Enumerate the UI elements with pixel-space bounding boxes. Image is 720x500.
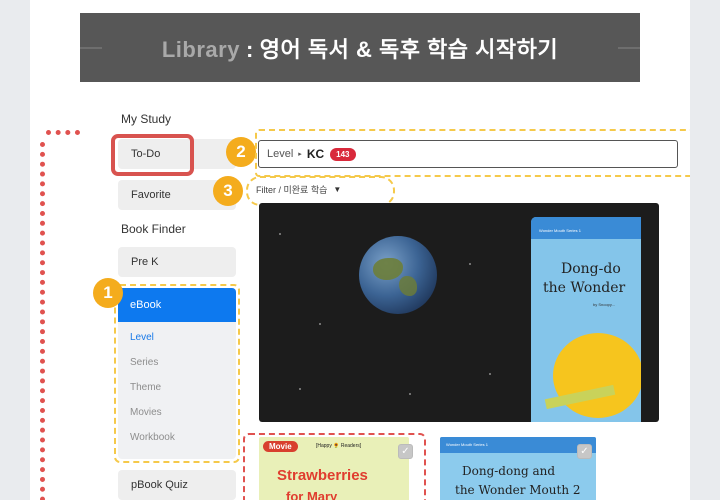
featured-book-title-line2: the Wonder xyxy=(543,280,626,296)
banner-colon: : xyxy=(245,36,254,62)
featured-book-series: Wonder Mouth Series 1 xyxy=(539,228,581,233)
star-dot xyxy=(279,233,281,235)
red-dotted-guide-left xyxy=(40,142,45,500)
earth-planet-image xyxy=(359,236,437,314)
page: Library: 영어 독서 & 독후 학습 시작하기 My Study To-D… xyxy=(30,0,690,500)
star-dot xyxy=(319,323,321,325)
breadcrumb-level[interactable]: Level xyxy=(267,148,293,160)
ebook-menu-workbook[interactable]: Workbook xyxy=(130,432,175,443)
sidebar-item-prek[interactable]: Pre K xyxy=(118,247,236,277)
red-dotted-guide-top xyxy=(46,130,80,135)
sidebar-item-pbook-quiz-label: pBook Quiz xyxy=(131,479,188,491)
card-select-checkbox[interactable]: ✓ xyxy=(577,444,592,459)
ebook-menu-level[interactable]: Level xyxy=(130,332,154,343)
banner-library-word: Library xyxy=(161,36,240,62)
featured-book-title-line1: Dong-do xyxy=(561,261,621,277)
callout-badge-1: 1 xyxy=(93,278,123,308)
cover-illustration xyxy=(553,333,641,418)
sidebar-item-ebook[interactable]: eBook xyxy=(118,288,236,322)
sidebar-item-pbook-quiz[interactable]: pBook Quiz xyxy=(118,470,236,500)
book-card-strawberries[interactable]: Movie [Happy 🌻 Readers] Strawberries for… xyxy=(259,437,409,500)
ebook-menu-series[interactable]: Series xyxy=(130,357,158,368)
card-title-line1: Dong-dong and xyxy=(462,464,556,478)
banner-title: Library: 영어 독서 & 독후 학습 시작하기 xyxy=(162,32,558,64)
star-dot xyxy=(299,388,301,390)
filter-label: Filter / 미완료 학습 xyxy=(256,185,328,195)
callout-badge-2: 2 xyxy=(226,137,256,167)
movie-tag-badge: Movie xyxy=(263,441,298,452)
card-title-line2: the Wonder Mouth 2 xyxy=(455,483,581,497)
sidebar-item-prek-label: Pre K xyxy=(131,256,159,268)
card-series-label: Wonder Mouth Series 1 xyxy=(446,442,488,447)
card-title-line1: Strawberries xyxy=(277,467,368,484)
breadcrumb-current-level: KC xyxy=(306,147,325,161)
filter-dropdown[interactable]: Filter / 미완료 학습 ▼ xyxy=(256,183,341,196)
ebook-menu-theme[interactable]: Theme xyxy=(130,382,161,393)
sidebar-item-ebook-label: eBook xyxy=(130,299,162,311)
featured-video[interactable]: Wonder Mouth Series 1 Dong-do the Wonder… xyxy=(259,203,659,422)
featured-book-author: by Snoopy... xyxy=(593,302,615,307)
title-banner: Library: 영어 독서 & 독후 학습 시작하기 xyxy=(80,13,640,82)
level-breadcrumb: Level ▸ KC 143 xyxy=(258,140,678,168)
breadcrumb-arrow-icon: ▸ xyxy=(298,151,302,158)
callout-badge-3: 3 xyxy=(213,176,243,206)
banner-left-dash xyxy=(80,47,102,49)
sidebar-item-favorite-label: Favorite xyxy=(131,189,171,201)
ebook-menu-movies[interactable]: Movies xyxy=(130,407,162,418)
star-dot xyxy=(469,263,471,265)
card-title-line2: for Mary xyxy=(286,489,338,500)
card-series-label: [Happy 🌻 Readers] xyxy=(316,443,362,449)
book-card-dong-dong[interactable]: Wonder Mouth Series 1 Dong-dong and the … xyxy=(440,437,596,500)
my-study-heading: My Study xyxy=(121,112,172,126)
banner-right-dash xyxy=(618,47,640,49)
book-count-badge: 143 xyxy=(330,147,356,161)
star-dot xyxy=(489,373,491,375)
card-select-checkbox[interactable]: ✓ xyxy=(398,444,413,459)
book-finder-heading: Book Finder xyxy=(121,222,186,236)
caret-down-icon: ▼ xyxy=(333,185,342,194)
star-dot xyxy=(409,393,411,395)
todo-highlight-box xyxy=(111,134,194,176)
featured-book-cover: Wonder Mouth Series 1 Dong-do the Wonder… xyxy=(531,217,641,422)
banner-subtitle: 영어 독서 & 독후 학습 시작하기 xyxy=(259,36,559,62)
